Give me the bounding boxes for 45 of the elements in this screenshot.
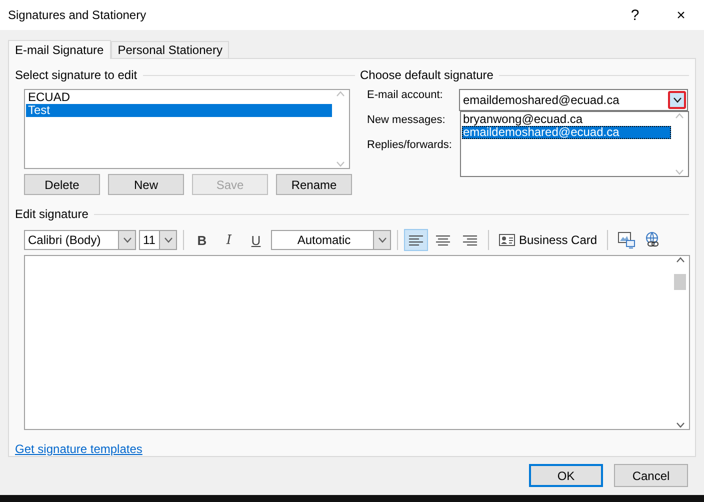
scroll-down-icon <box>676 422 685 428</box>
color-dropdown[interactable]: Automatic <box>271 230 391 250</box>
contact-card-icon <box>499 234 515 246</box>
group-heading: Edit signature <box>15 207 88 221</box>
dropdown-value: emaildemoshared@ecuad.ca <box>462 93 620 107</box>
tab[interactable]: Personal Stationery <box>110 41 230 58</box>
bold-button[interactable]: B <box>190 229 214 251</box>
align-left-button[interactable] <box>404 229 428 251</box>
italic-button[interactable]: I <box>217 229 241 251</box>
account-dropdown[interactable]: emaildemoshared@ecuad.ca <box>459 89 688 111</box>
scroll-up-icon <box>336 91 344 97</box>
dropdown-option[interactable]: bryanwong@ecuad.ca <box>462 113 671 126</box>
field-label: New messages: <box>367 114 446 127</box>
scroll-down-icon <box>336 161 344 167</box>
list-item[interactable]: Test <box>26 104 332 117</box>
dialog-button[interactable]: OK <box>529 464 603 487</box>
underline-button[interactable]: U <box>244 229 268 251</box>
business-card-button[interactable]: Business Card <box>495 229 602 251</box>
picture-icon <box>617 231 636 249</box>
dropdown-option[interactable]: emaildemoshared@ecuad.ca <box>462 126 671 139</box>
scrollbar-thumb[interactable] <box>674 274 686 290</box>
signature-list[interactable]: ECUAD Test <box>24 89 350 169</box>
dialog-button[interactable]: Cancel <box>614 464 688 487</box>
signature-button[interactable]: Rename <box>276 174 352 195</box>
field-label: E-mail account: <box>367 89 444 102</box>
size-dropdown[interactable]: 11 <box>139 230 177 250</box>
align-left-icon <box>407 232 425 248</box>
scroll-up-icon <box>676 257 685 263</box>
signature-button[interactable]: Delete <box>24 174 100 195</box>
list-item[interactable]: ECUAD <box>26 91 332 104</box>
templates-link[interactable]: Get signature templates <box>15 442 142 456</box>
signature-button[interactable]: New <box>108 174 184 195</box>
group-heading: Choose default signature <box>360 68 494 82</box>
align-center-icon <box>434 232 452 248</box>
dropdown-caret-icon[interactable] <box>672 97 682 103</box>
group-heading: Select signature to edit <box>15 68 138 82</box>
close-button[interactable]: × <box>658 0 704 30</box>
font-dropdown[interactable]: Calibri (Body) <box>24 230 136 250</box>
scroll-up-icon <box>674 113 684 119</box>
help-button[interactable]: ? <box>612 0 658 30</box>
scroll-down-icon <box>674 169 684 175</box>
window-title: Signatures and Stationery <box>8 8 148 22</box>
align-right-icon <box>461 232 479 248</box>
tab[interactable]: E-mail Signature <box>8 40 111 59</box>
field-label: Replies/forwards: <box>367 139 453 152</box>
